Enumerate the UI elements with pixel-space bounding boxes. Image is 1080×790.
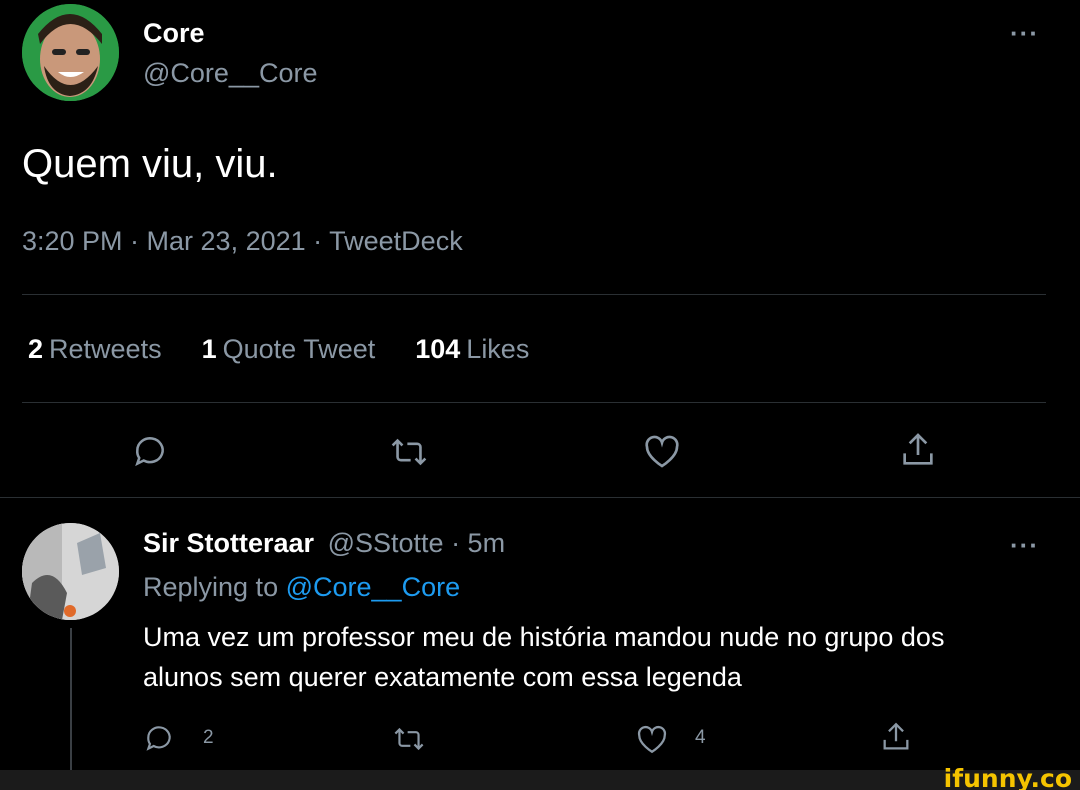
- reply-count: 2: [203, 727, 214, 748]
- ifunny-watermark: ifunny.co: [943, 764, 1072, 790]
- reply-text: Uma vez um professor meu de história man…: [143, 622, 945, 692]
- reply-like-icon[interactable]: [635, 723, 669, 755]
- reply-author-display-name[interactable]: Sir Stotteraar: [143, 528, 314, 558]
- reply-share-icon[interactable]: [879, 720, 913, 754]
- watermark-bar: [0, 770, 1080, 790]
- divider: [22, 402, 1046, 403]
- replying-to: Replying to @Core__Core: [143, 572, 460, 603]
- reply-header: Sir Stotteraar @SStotte · 5m: [143, 528, 505, 559]
- author-display-name[interactable]: Core: [143, 18, 205, 49]
- quote-tweets-stat[interactable]: 1 Quote Tweet: [202, 334, 376, 365]
- reply-icon[interactable]: [131, 432, 169, 470]
- reply-author-handle[interactable]: @SStotte: [328, 528, 444, 558]
- reply-more-options-icon[interactable]: ···: [1010, 532, 1039, 558]
- thread-line: [70, 628, 72, 770]
- likes-stat[interactable]: 104 Likes: [415, 334, 529, 365]
- author-avatar[interactable]: [22, 4, 119, 101]
- reply-retweet-icon[interactable]: [392, 724, 426, 754]
- tweet-text: Quem viu, viu.: [22, 142, 278, 186]
- like-icon[interactable]: [642, 432, 682, 470]
- author-handle[interactable]: @Core__Core: [143, 58, 318, 89]
- reply-author-avatar[interactable]: [22, 523, 119, 620]
- divider: [22, 294, 1046, 295]
- divider: [0, 497, 1080, 498]
- retweet-icon[interactable]: [389, 434, 429, 470]
- tweet-meta[interactable]: 3:20 PM · Mar 23, 2021 · TweetDeck: [22, 226, 463, 257]
- tweet-stats: 2 Retweets 1 Quote Tweet 104 Likes: [28, 334, 529, 365]
- replying-to-mention[interactable]: @Core__Core: [286, 572, 461, 602]
- replying-to-prefix: Replying to: [143, 572, 279, 602]
- reply-reply-icon[interactable]: [143, 722, 175, 754]
- retweets-stat[interactable]: 2 Retweets: [28, 334, 162, 365]
- share-icon[interactable]: [898, 430, 938, 470]
- more-options-icon[interactable]: ···: [1010, 20, 1039, 46]
- reply-time[interactable]: · 5m: [451, 528, 505, 558]
- like-count: 4: [695, 727, 706, 748]
